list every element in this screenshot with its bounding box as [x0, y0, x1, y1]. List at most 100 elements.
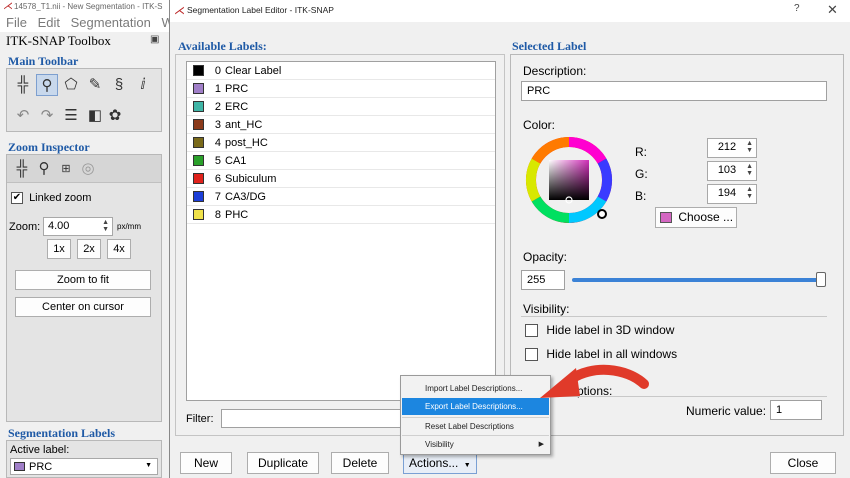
label-color-swatch	[193, 83, 204, 94]
description-input[interactable]: PRC	[521, 81, 827, 101]
label-row[interactable]: 7 CA3/DG	[187, 188, 495, 206]
close-icon[interactable]: ✕	[827, 2, 838, 18]
crosshair-icon[interactable]: ╬	[11, 158, 33, 180]
zoom-value: 4.00	[48, 220, 70, 232]
numeric-value-label: Numeric value:	[686, 404, 767, 418]
menu-file[interactable]: File	[6, 15, 27, 30]
label-number: 0	[214, 65, 221, 77]
opacity-slider-track[interactable]	[572, 278, 820, 282]
zoom-to-fit-button[interactable]: Zoom to fit	[15, 270, 151, 290]
zoom-inspector-panel: ╬ ⚲ ⊞ ◎ ✔ Linked zoom Zoom: 4.00 ▲ ▼ px/m…	[6, 154, 162, 422]
checkbox-unchecked-icon[interactable]	[525, 324, 538, 338]
label-row[interactable]: 4 post_HC	[187, 134, 495, 152]
close-button[interactable]: Close	[770, 452, 836, 474]
zoom-2x-button[interactable]: 2x	[77, 239, 101, 259]
label-number: 5	[214, 155, 221, 167]
main-window-titlebar: ⋌ 14578_T1.nii - New Segmentation - ITK-…	[0, 0, 170, 14]
linked-zoom-label: Linked zoom	[29, 192, 92, 204]
label-number: 4	[214, 137, 221, 149]
label-name: Clear Label	[225, 65, 282, 77]
spin-arrows-icon[interactable]: ▲ ▼	[746, 163, 753, 177]
actions-menu: Import Label Descriptions... Export Labe…	[400, 375, 551, 455]
itksnap-logo-icon: ⋌	[3, 1, 13, 12]
r-label: R:	[635, 145, 647, 159]
duplicate-button[interactable]: Duplicate	[247, 452, 319, 474]
layers-icon[interactable]: ☰	[60, 105, 82, 127]
color-wheel[interactable]	[525, 136, 613, 224]
zoom-1x-button[interactable]: 1x	[47, 239, 71, 259]
dialog-title: Segmentation Label Editor - ITK-SNAP	[187, 5, 334, 15]
label-name: post_HC	[225, 137, 268, 149]
numeric-value-input[interactable]: 1	[770, 400, 822, 420]
filter-input[interactable]	[221, 409, 411, 428]
visibility-label: Visibility:	[523, 302, 570, 316]
actions-button[interactable]: Actions... ▼	[403, 452, 477, 474]
viewport-icon[interactable]: ◎	[77, 158, 99, 180]
r-input[interactable]: 212 ▲ ▼	[707, 138, 757, 158]
g-value: 103	[717, 164, 737, 176]
menu-item-visibility[interactable]: Visibility ▶	[402, 435, 549, 452]
label-number: 8	[214, 209, 221, 221]
label-row[interactable]: 1 PRC	[187, 80, 495, 98]
available-labels-title: Available Labels:	[178, 39, 267, 53]
choose-color-button[interactable]: Choose ...	[655, 207, 737, 228]
menu-item-export[interactable]: Export Label Descriptions...	[402, 398, 549, 415]
spin-arrows-icon[interactable]: ▲ ▼	[746, 186, 753, 200]
label-row[interactable]: 3 ant_HC	[187, 116, 495, 134]
annotation-tool-icon[interactable]: ⅈ	[132, 74, 154, 96]
label-color-swatch	[193, 119, 204, 130]
snake-tool-icon[interactable]: §	[108, 74, 130, 96]
zoom-unit: px/mm	[117, 222, 141, 231]
undock-icon[interactable]: ▣	[150, 34, 159, 45]
label-row[interactable]: 8 PHC	[187, 206, 495, 224]
help-button[interactable]: ?	[794, 3, 800, 14]
zoom-tool-icon[interactable]: ⚲	[36, 74, 58, 96]
crosshair-tool-icon[interactable]: ╬	[12, 74, 34, 96]
center-on-cursor-button[interactable]: Center on cursor	[15, 297, 151, 317]
label-row[interactable]: 5 CA1	[187, 152, 495, 170]
hide-all-checkbox[interactable]: Hide label in all windows	[525, 347, 677, 362]
undo-icon[interactable]: ↶	[12, 105, 34, 127]
label-name: ERC	[225, 101, 249, 113]
menu-segmentation[interactable]: Segmentation	[71, 15, 151, 30]
polygon-tool-icon[interactable]: ⬠	[60, 74, 82, 96]
opacity-input[interactable]: 255	[521, 270, 565, 290]
label-number: 3	[214, 119, 221, 131]
segmentation-labels-panel: Active label: PRC ▼	[6, 440, 162, 478]
chevron-down-icon: ▼	[145, 462, 152, 469]
g-input[interactable]: 103 ▲ ▼	[707, 161, 757, 181]
checkbox-checked-icon[interactable]: ✔	[11, 192, 23, 205]
new-button[interactable]: New	[180, 452, 232, 474]
hide-3d-checkbox[interactable]: Hide label in 3D window	[525, 323, 675, 338]
menu-edit[interactable]: Edit	[38, 15, 60, 30]
spin-arrows-icon[interactable]: ▲ ▼	[746, 140, 753, 154]
label-list[interactable]: 0 Clear Label 1 PRC 2 ERC 3 ant_HC 4 pos…	[186, 61, 496, 401]
redo-icon[interactable]: ↷	[36, 105, 58, 127]
checkbox-unchecked-icon[interactable]	[525, 348, 538, 362]
label-color-swatch	[193, 137, 204, 148]
spin-arrows-icon[interactable]: ▲ ▼	[102, 219, 109, 233]
label-row[interactable]: 6 Subiculum	[187, 170, 495, 188]
menu-item-reset[interactable]: Reset Label Descriptions	[402, 417, 549, 434]
grid-icon[interactable]: ⊞	[55, 158, 77, 180]
label-row[interactable]: 0 Clear Label	[187, 62, 495, 80]
dialog-titlebar: ⋌ Segmentation Label Editor - ITK-SNAP	[170, 0, 850, 22]
linked-zoom-checkbox[interactable]: ✔ Linked zoom	[11, 192, 92, 205]
menubar: File Edit Segmentation W	[0, 14, 170, 32]
paintbrush-tool-icon[interactable]: ✎	[84, 74, 106, 96]
palette-icon[interactable]: ✿	[104, 105, 126, 127]
display-layout-icon[interactable]: ◧	[84, 105, 106, 127]
label-row[interactable]: 2 ERC	[187, 98, 495, 116]
opacity-slider-handle[interactable]	[816, 272, 826, 287]
menu-item-import[interactable]: Import Label Descriptions...	[402, 380, 549, 397]
active-label-dropdown[interactable]: PRC ▼	[10, 458, 158, 475]
visibility-submenu-label: Visibility	[425, 440, 454, 449]
active-label-swatch	[14, 462, 25, 471]
zoom-value-input[interactable]: 4.00 ▲ ▼	[43, 217, 113, 236]
hide-3d-label: Hide label in 3D window	[546, 323, 675, 337]
zoom-4x-button[interactable]: 4x	[107, 239, 131, 259]
zoom-icon[interactable]: ⚲	[33, 158, 55, 180]
delete-button[interactable]: Delete	[331, 452, 389, 474]
label-number: 2	[214, 101, 221, 113]
b-input[interactable]: 194 ▲ ▼	[707, 184, 757, 204]
